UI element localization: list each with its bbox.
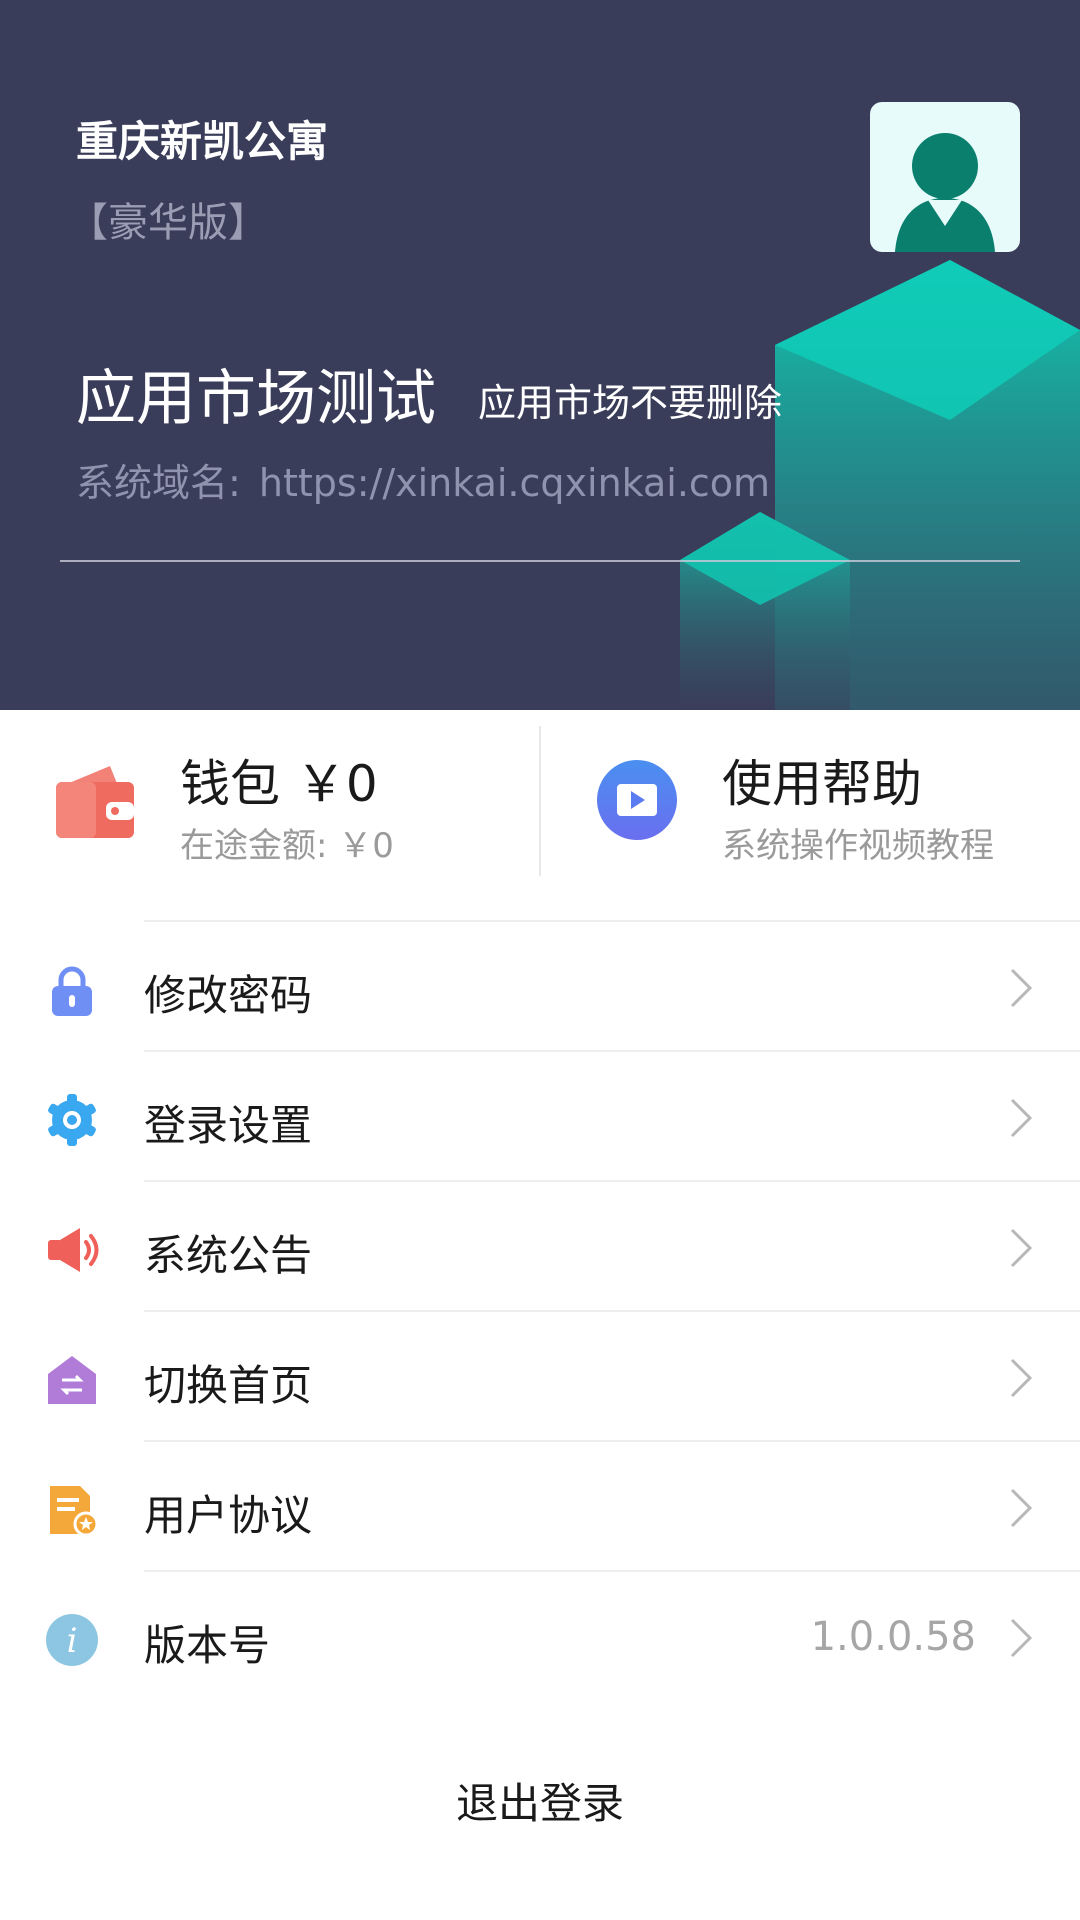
menu-item-user-agreement[interactable]: 用户协议 — [0, 1440, 1080, 1570]
wallet-title: 钱包 ￥0 — [180, 755, 378, 813]
chevron-right-icon — [1010, 1358, 1033, 1398]
help-subtitle: 系统操作视频教程 — [722, 826, 994, 866]
menu-item-label: 修改密码 — [144, 971, 313, 1020]
row-divider — [144, 1180, 1080, 1182]
menu-item-label: 系统公告 — [144, 1231, 313, 1280]
chevron-right-icon — [1010, 1618, 1033, 1658]
chevron-right-icon — [1010, 1228, 1033, 1268]
menu-item-login-settings[interactable]: 登录设置 — [0, 1050, 1080, 1180]
menu-item-version[interactable]: i 版本号 1.0.0.58 — [0, 1570, 1080, 1700]
chevron-right-icon — [1010, 1098, 1033, 1138]
menu-item-label: 用户协议 — [144, 1491, 313, 1540]
system-domain: 系统域名: https://xinkai.cqxinkai.com — [76, 452, 770, 507]
wallet-card[interactable]: 钱包 ￥0 在途金额: ￥0 — [0, 710, 540, 890]
company-name: 重庆新凯公寓 — [76, 117, 329, 166]
logout-button[interactable]: 退出登录 — [0, 1770, 1080, 1831]
video-play-icon — [597, 760, 677, 840]
speaker-icon — [48, 1228, 99, 1272]
info-icon: i — [46, 1614, 98, 1666]
menu-item-switch-home[interactable]: 切换首页 — [0, 1310, 1080, 1440]
menu-item-change-password[interactable]: 修改密码 — [0, 920, 1080, 1050]
app-name: 应用市场测试 — [76, 364, 436, 434]
chevron-right-icon — [1010, 968, 1033, 1008]
menu-item-system-announcement[interactable]: 系统公告 — [0, 1180, 1080, 1310]
chevron-right-icon — [1010, 1488, 1033, 1528]
row-divider — [144, 920, 1080, 922]
header-divider — [60, 560, 1020, 562]
lock-icon — [52, 966, 92, 1016]
wallet-icon — [56, 766, 134, 838]
menu-item-label: 登录设置 — [144, 1101, 313, 1150]
help-card[interactable]: 使用帮助 系统操作视频教程 — [540, 710, 1080, 890]
app-description: 应用市场不要删除 — [478, 381, 783, 425]
domain-url[interactable]: https://xinkai.cqxinkai.com — [259, 461, 770, 505]
document-icon — [50, 1486, 99, 1537]
row-divider — [144, 1570, 1080, 1572]
domain-label: 系统域名: — [76, 461, 241, 505]
settings-menu: 修改密码 登录设置 系统公告 切换首页 用户协议 i 版本号 1.0.0.58 — [0, 920, 1080, 1700]
quick-cards: 钱包 ￥0 在途金额: ￥0 使用帮助 系统操作视频教程 — [0, 710, 1080, 890]
menu-item-label: 版本号 — [144, 1621, 271, 1670]
svg-text:i: i — [67, 1621, 78, 1661]
version-number: 1.0.0.58 — [810, 1614, 976, 1660]
menu-item-label: 切换首页 — [144, 1361, 313, 1410]
avatar[interactable] — [870, 102, 1020, 252]
row-divider — [144, 1440, 1080, 1442]
row-divider — [144, 1050, 1080, 1052]
wallet-pending-amount: 在途金额: ￥0 — [180, 826, 394, 866]
profile-header: 重庆新凯公寓 【豪华版】 应用市场测试 应用市场不要删除 系统域名: https… — [0, 0, 1080, 710]
help-title: 使用帮助 — [722, 755, 922, 813]
row-divider — [144, 1310, 1080, 1312]
edition-badge: 【豪华版】 — [68, 200, 268, 246]
user-avatar-icon — [895, 133, 995, 252]
switch-home-icon — [48, 1356, 96, 1404]
gear-icon — [48, 1094, 96, 1146]
